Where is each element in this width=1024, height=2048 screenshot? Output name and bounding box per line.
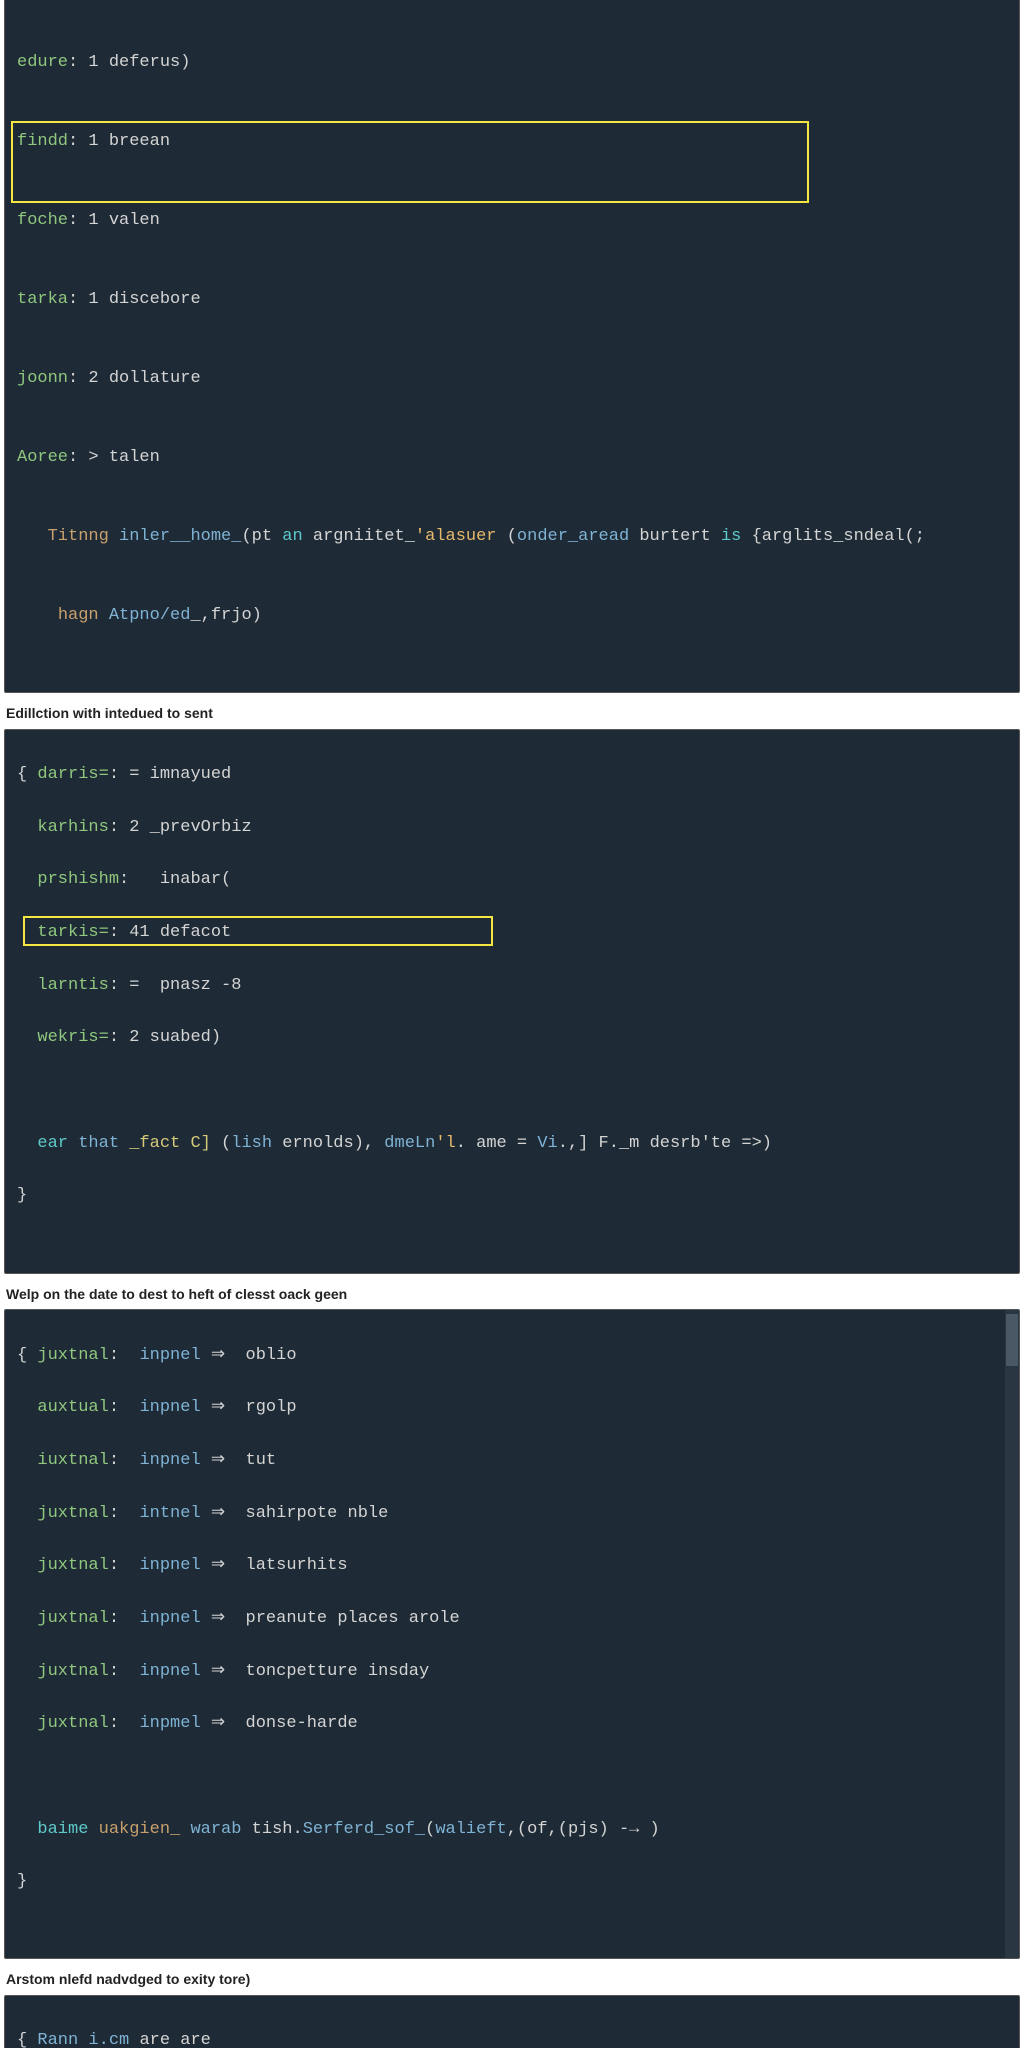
- code-block-1: edure: 1 deferus) findd: 1 breean foche:…: [4, 0, 1020, 693]
- key: joonn: [17, 369, 68, 388]
- code-block-2: { darris=: = imnayued karhins: 2 _prevOr…: [4, 729, 1020, 1274]
- caption-3: Welp on the date to dest to heft of cles…: [0, 1278, 1024, 1310]
- scrollbar-track[interactable]: [1005, 1310, 1019, 1958]
- key: foche: [17, 211, 68, 230]
- code-block-4: { Rann i.cm are are juynms| vraddlt ='ly…: [4, 1995, 1020, 2048]
- code-block-3: { juxtnal: inpnel ⇒ oblio auxtual: inpne…: [4, 1309, 1020, 1959]
- key: findd: [17, 132, 68, 151]
- key: edure: [17, 53, 68, 72]
- caption-4: Arstom nlefd nadvdged to exity tore): [0, 1963, 1024, 1995]
- caption-2: Edillction with intedued to sent: [0, 697, 1024, 729]
- key: Aoree: [17, 448, 68, 467]
- key: tarka: [17, 290, 68, 309]
- scrollbar-thumb[interactable]: [1006, 1314, 1018, 1366]
